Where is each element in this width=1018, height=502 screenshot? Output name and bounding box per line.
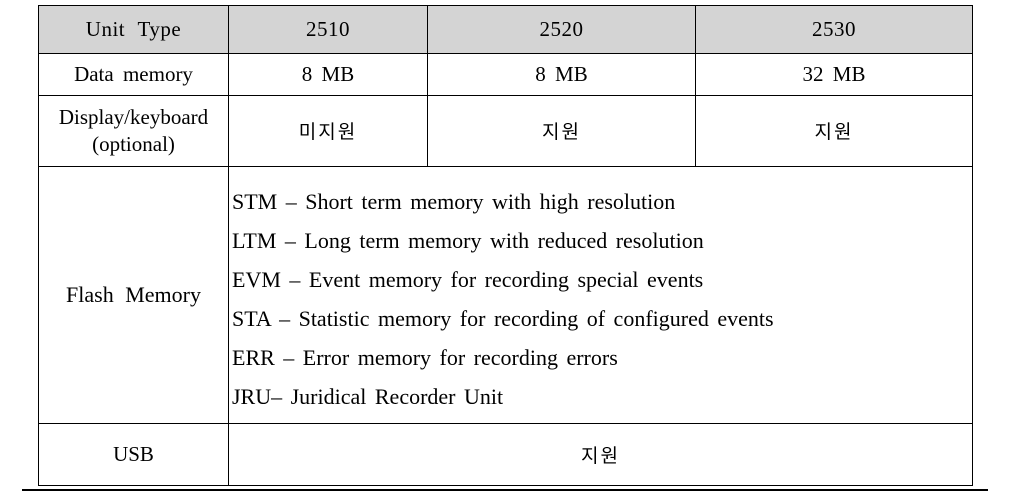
column-header-2520: 2520	[427, 5, 696, 54]
cell-data-memory-2530: 32 MB	[695, 53, 973, 96]
column-header-2510: 2510	[228, 5, 428, 54]
column-header-unit-type: Unit Type	[38, 5, 229, 54]
bottom-horizontal-rule	[22, 489, 988, 491]
flash-memory-list: STM – Short term memory with high resolu…	[232, 182, 972, 416]
table-header-row: Unit Type 2510 2520 2530	[38, 5, 973, 54]
cell-display-keyboard-2520: 지원	[427, 95, 696, 167]
table-row-usb: USB 지원	[38, 423, 973, 486]
value-text-2530: 지원	[814, 120, 854, 143]
list-item: STM – Short term memory with high resolu…	[232, 189, 676, 214]
list-item: ERR – Error memory for recording errors	[232, 345, 618, 370]
row-label-flash-memory: Flash Memory	[38, 166, 229, 424]
cell-display-keyboard-2510: 미지원	[228, 95, 428, 167]
list-item: STA – Statistic memory for recording of …	[232, 306, 774, 331]
row-label-display-keyboard: Display/keyboard (optional)	[38, 95, 229, 167]
row-label-display-keyboard-line1: Display/keyboard	[58, 104, 209, 129]
row-label-display-keyboard-line2: (optional)	[92, 132, 175, 156]
row-label-data-memory: Data memory	[38, 53, 229, 96]
value-text-2520: 지원	[542, 120, 581, 143]
table-row-data-memory: Data memory 8 MB 8 MB 32 MB	[38, 53, 973, 96]
cell-flash-memory-description: STM – Short term memory with high resolu…	[228, 166, 973, 424]
cell-data-memory-2520: 8 MB	[427, 53, 696, 96]
list-item: LTM – Long term memory with reduced reso…	[232, 228, 704, 253]
unit-specification-table: Unit Type 2510 2520 2530 Data memory 8 M…	[38, 5, 973, 486]
value-text-2510: 미지원	[298, 120, 358, 143]
page-container: Unit Type 2510 2520 2530 Data memory 8 M…	[0, 0, 1018, 502]
cell-display-keyboard-2530: 지원	[695, 95, 973, 167]
row-label-usb: USB	[38, 423, 229, 486]
list-item: EVM – Event memory for recording special…	[232, 267, 704, 292]
column-header-2530: 2530	[695, 5, 973, 54]
table-row-display-keyboard: Display/keyboard (optional) 미지원 지원 지원	[38, 95, 973, 167]
table-row-flash-memory: Flash Memory STM – Short term memory wit…	[38, 166, 973, 424]
cell-data-memory-2510: 8 MB	[228, 53, 428, 96]
list-item: JRU– Juridical Recorder Unit	[232, 384, 504, 409]
cell-usb-value: 지원	[228, 423, 973, 486]
value-text-usb: 지원	[581, 445, 620, 467]
